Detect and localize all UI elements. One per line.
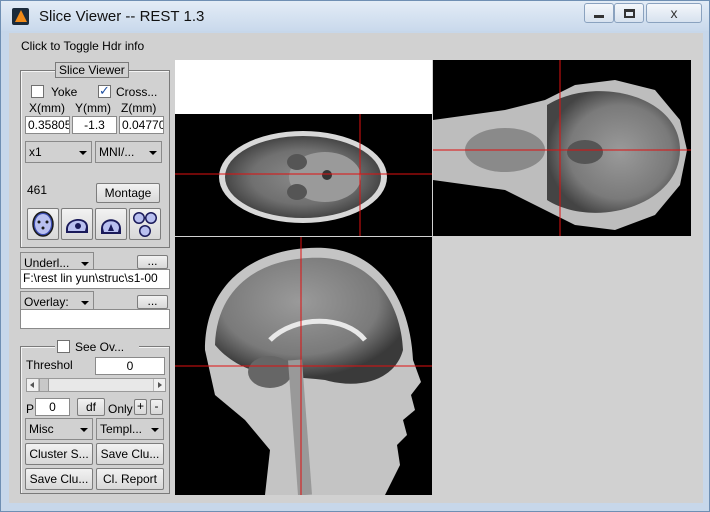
slider-right-arrow-icon[interactable]: [153, 379, 165, 391]
slice-viewer-legend: Slice Viewer: [55, 62, 129, 78]
chevron-down-icon: [81, 301, 89, 305]
save-clusters-button[interactable]: Save Clu...: [25, 468, 93, 490]
see-overlay-legend: See Ov...: [55, 339, 139, 355]
minus-button[interactable]: -: [150, 399, 163, 415]
crosshair-label: Cross...: [116, 85, 158, 99]
x-mm-label: X(mm): [29, 101, 65, 115]
underlay-browse-button[interactable]: ...: [137, 255, 168, 269]
close-icon: x: [670, 5, 678, 21]
slice-viewer-window: Slice Viewer -- REST 1.3 x Click to Togg…: [0, 0, 710, 512]
sagittal-view-button[interactable]: [61, 208, 93, 240]
maximize-icon: [623, 8, 635, 18]
sagittal-slice-view[interactable]: [175, 237, 432, 496]
axial-view-icon: [32, 211, 54, 237]
x-mm-input[interactable]: 0.35805: [25, 116, 70, 134]
y-mm-label: Y(mm): [75, 101, 111, 115]
title-bar[interactable]: Slice Viewer -- REST 1.3 x: [1, 1, 709, 31]
zoom-dropdown-value: x1: [29, 145, 42, 159]
minimize-button[interactable]: [584, 3, 614, 23]
plus-button[interactable]: +: [134, 399, 147, 415]
window-title: Slice Viewer -- REST 1.3: [39, 8, 205, 25]
chevron-down-icon: [151, 428, 159, 432]
slider-thumb[interactable]: [39, 379, 49, 391]
misc-dropdown-value: Misc: [29, 422, 54, 436]
coronal-view-button[interactable]: [95, 208, 127, 240]
cluster-size-button[interactable]: Cluster S...: [25, 443, 93, 465]
misc-dropdown[interactable]: Misc: [25, 418, 93, 440]
z-mm-label: Z(mm): [121, 101, 157, 115]
see-overlay-checkbox[interactable]: [57, 340, 70, 353]
overlay-browse-button[interactable]: ...: [137, 295, 168, 309]
maximize-button[interactable]: [614, 3, 644, 23]
overlay-dropdown-value: Overlay:: [24, 295, 69, 309]
slice-number: 461: [27, 183, 48, 197]
client-area: Click to Toggle Hdr info Slice Viewer Yo…: [9, 33, 703, 503]
chevron-down-icon: [81, 262, 89, 266]
underlay-dropdown-value: Underl...: [24, 256, 70, 270]
brain-slice-display[interactable]: [175, 60, 691, 496]
p-value-input[interactable]: 0: [35, 398, 70, 416]
three-views-button[interactable]: [129, 208, 161, 240]
slice-viewer-panel: Slice Viewer Yoke Cross... X(mm) Y(mm) Z…: [20, 62, 170, 248]
save-cluster-button[interactable]: Save Clu...: [96, 443, 164, 465]
chevron-down-icon: [149, 151, 157, 155]
three-views-icon: [133, 212, 157, 237]
only-label: Only: [108, 402, 133, 416]
see-overlay-label: See Ov...: [75, 340, 125, 354]
df-button[interactable]: df: [77, 398, 105, 416]
hdr-info-toggle[interactable]: Click to Toggle Hdr info: [21, 39, 144, 53]
threshold-input[interactable]: 0: [95, 357, 165, 375]
overlay-path-input[interactable]: [20, 309, 170, 329]
yoke-checkbox[interactable]: [31, 85, 44, 98]
slider-left-arrow-icon[interactable]: [27, 379, 39, 391]
space-dropdown-value: MNI/...: [99, 145, 135, 159]
montage-button[interactable]: Montage: [96, 183, 160, 203]
p-value-label: P: [26, 402, 35, 416]
crosshair-checkbox[interactable]: [98, 83, 111, 99]
overlay-settings-panel: See Ov... Threshol 0 P 0 df Only + - Mis…: [20, 339, 170, 494]
axial-view-button[interactable]: [27, 208, 59, 240]
z-mm-input[interactable]: 0.04770: [119, 116, 164, 134]
underlay-path-input[interactable]: F:\rest lin yun\struc\s1-00: [20, 269, 170, 289]
zoom-dropdown[interactable]: x1: [25, 141, 92, 163]
sagittal-view-icon: [66, 218, 88, 233]
axial-slice-view[interactable]: [175, 60, 432, 236]
cluster-report-button[interactable]: Cl. Report: [96, 468, 164, 490]
threshold-label: Threshol: [26, 358, 73, 372]
yoke-label: Yoke: [51, 85, 78, 99]
y-mm-input[interactable]: -1.3: [72, 116, 117, 134]
template-dropdown[interactable]: Templ...: [96, 418, 164, 440]
close-button[interactable]: x: [646, 3, 702, 23]
minimize-icon: [594, 15, 604, 18]
threshold-slider[interactable]: [26, 378, 166, 392]
space-dropdown[interactable]: MNI/...: [95, 141, 162, 163]
chevron-down-icon: [79, 151, 87, 155]
chevron-down-icon: [80, 428, 88, 432]
coronal-slice-view[interactable]: [433, 60, 691, 236]
brain-slices-canvas[interactable]: [175, 60, 691, 496]
matlab-app-icon: [12, 8, 29, 25]
coronal-view-icon: [101, 219, 121, 234]
template-dropdown-value: Templ...: [100, 422, 143, 436]
